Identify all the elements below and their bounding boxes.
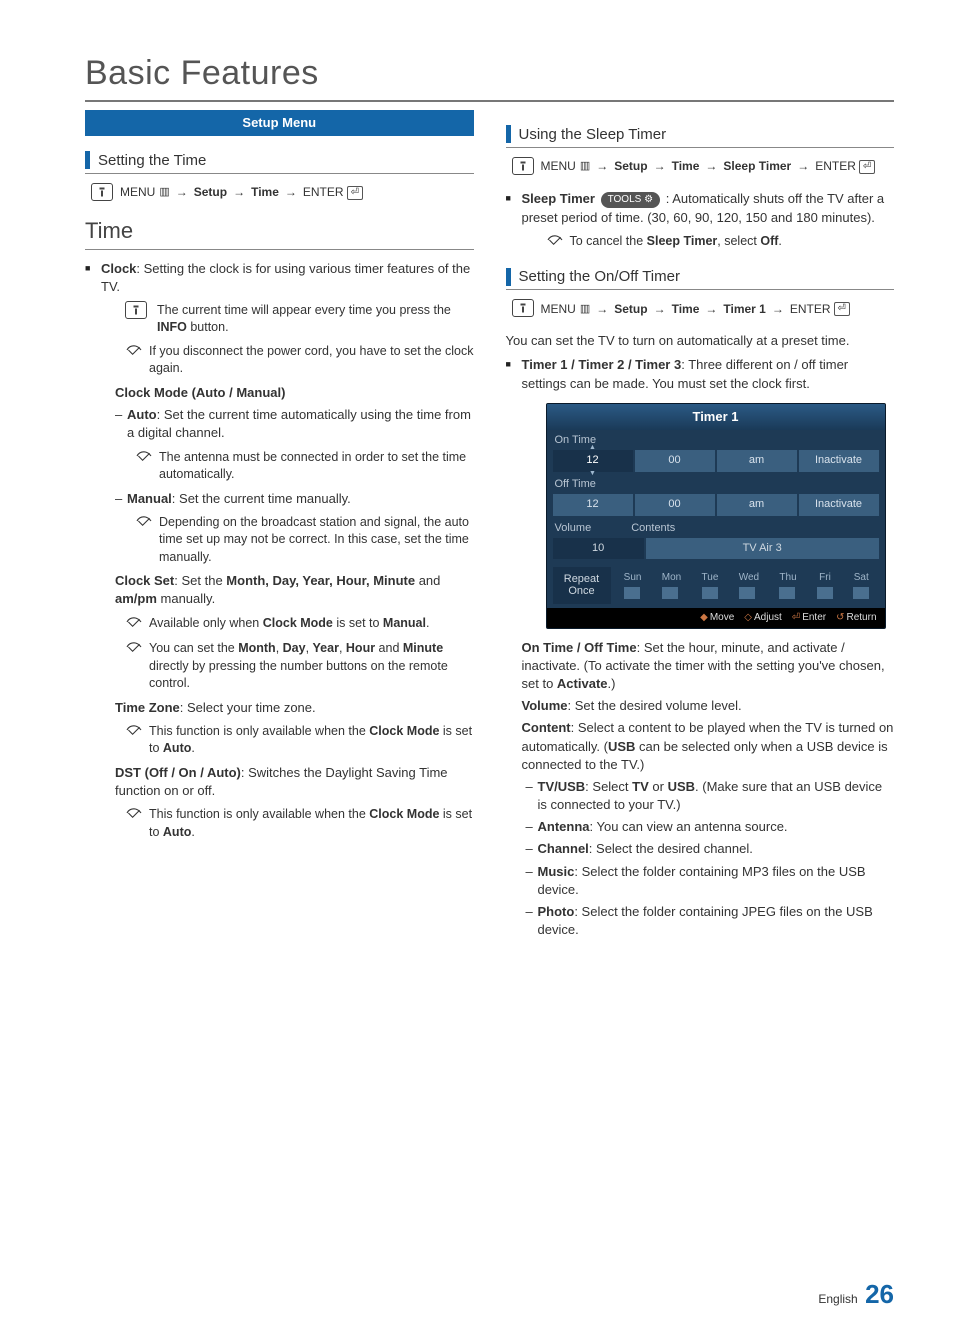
note-text: You can set the Month, Day, Year, Hour a… [149,640,474,693]
content-para: Content: Select a content to be played w… [522,719,895,774]
day-tue[interactable]: Tue [702,571,719,599]
note-text: The current time will appear every time … [157,302,474,337]
note-text: Available only when Clock Mode is set to… [149,615,429,635]
section-accent-bar [506,268,511,286]
auto-item: Auto: Set the current time automatically… [115,406,474,483]
section-accent-bar [85,151,90,169]
repeat-field[interactable]: Repeat Once [553,567,611,603]
clock-mode-heading: Clock Mode (Auto / Manual) [115,385,285,400]
off-time-label: Off Time [547,474,885,492]
note-text: The antenna must be connected in order t… [159,449,474,484]
menu-path-sleep: MENU▥ →Setup →Time →Sleep Timer →ENTER ⏎ [512,158,895,176]
note-text: To cancel the Sleep Timer, select Off. [570,233,782,253]
ontime-para: On Time / Off Time: Set the hour, minute… [522,639,895,694]
note-text: Depending on the broadcast station and s… [159,514,474,567]
volume-label: Volume [555,521,592,536]
manual-item: Manual: Set the current time manually. D… [115,490,474,567]
remote-icon [91,183,113,201]
contents-label: Contents [631,521,675,536]
clock-label: Clock [101,261,136,276]
section-accent-bar [506,125,511,143]
section-title: Setting the Time [98,150,206,171]
ampm-field[interactable]: am [717,494,797,515]
day-sat[interactable]: Sat [853,571,869,599]
activate-field[interactable]: Inactivate [799,450,879,471]
hand-note-icon [546,233,564,253]
music-item: Music: Select the folder containing MP3 … [526,863,895,899]
timer123-item: Timer 1 / Timer 2 / Timer 3: Three diffe… [506,356,895,939]
remote-icon [512,299,534,317]
section-setting-time: Setting the Time [85,150,474,174]
enter-icon: ⏎ [859,160,875,174]
onoff-intro: You can set the TV to turn on automatica… [506,332,895,350]
enter-icon: ⏎ [834,302,850,316]
remote-icon [512,157,534,175]
timezone-para: Time Zone: Select your time zone. [115,699,474,717]
section-onoff-timer: Setting the On/Off Timer [506,266,895,290]
menu-path-timer1: MENU▥ →Setup →Time →Timer 1 →ENTER ⏎ [512,300,895,318]
menu-label: MENU [120,184,155,201]
volume-value[interactable]: 10 [553,538,644,559]
remote-icon [125,301,147,319]
day-thu[interactable]: Thu [779,571,796,599]
section-title: Using the Sleep Timer [519,124,667,145]
note-text: This function is only available when the… [149,806,474,841]
time-heading: Time [85,216,474,250]
hand-note-icon [125,806,143,841]
enter-label: ENTER [303,184,344,201]
menu-grid-icon: ▥ [159,185,167,200]
timer-footer: ◆Move ◇Adjust ⏎Enter ↺Return [547,608,885,628]
ampm-field[interactable]: am [717,450,797,471]
path-step: Time [251,184,279,201]
hand-note-icon [125,343,143,378]
hour-field[interactable]: ▲12▼ [553,450,633,471]
section-title: Setting the On/Off Timer [519,266,680,287]
dst-para: DST (Off / On / Auto): Switches the Dayl… [115,764,474,800]
minute-field[interactable]: 00 [635,494,715,515]
volume-para: Volume: Set the desired volume level. [522,697,895,715]
clock-desc: : Setting the clock is for using various… [101,261,470,294]
day-sun[interactable]: Sun [624,571,642,599]
tools-badge: TOOLS ⚙ [601,192,660,208]
hour-field[interactable]: 12 [553,494,633,515]
hand-note-icon [135,514,153,567]
antenna-item: Antenna: You can view an antenna source. [526,818,895,836]
on-time-label: On Time [547,430,885,448]
minute-field[interactable]: 00 [635,450,715,471]
hand-note-icon [125,615,143,635]
content-value[interactable]: TV Air 3 [646,538,879,559]
page-title: Basic Features [85,50,894,102]
tvusb-item: TV/USB: Select TV or USB. (Make sure tha… [526,778,895,814]
clock-set-para: Clock Set: Set the Month, Day, Year, Hou… [115,572,474,608]
clock-item: Clock: Setting the clock is for using va… [85,260,474,842]
note-text: This function is only available when the… [149,723,474,758]
hand-note-icon [125,640,143,693]
days-row: Sun Mon Tue Wed Thu Fri Sat [615,571,879,599]
day-wed[interactable]: Wed [739,571,759,599]
enter-icon: ⏎ [347,186,363,200]
activate-field[interactable]: Inactivate [799,494,879,515]
timer1-title: Timer 1 [547,404,885,430]
hand-note-icon [135,449,153,484]
hand-note-icon [125,723,143,758]
timer1-screenshot: Timer 1 On Time ▲12▼ 00 am Inactivate Of… [546,403,886,629]
page-number: English 26 [818,1276,894,1312]
path-step: Setup [194,184,227,201]
sleep-timer-item: Sleep Timer TOOLS ⚙ : Automatically shut… [506,190,895,253]
menu-path-time: MENU▥ →Setup →Time →ENTER ⏎ [91,184,474,202]
photo-item: Photo: Select the folder containing JPEG… [526,903,895,939]
day-mon[interactable]: Mon [662,571,681,599]
day-fri[interactable]: Fri [817,571,833,599]
channel-item: Channel: Select the desired channel. [526,840,895,858]
setup-menu-banner: Setup Menu [85,110,474,136]
section-sleep-timer: Using the Sleep Timer [506,124,895,148]
note-text: If you disconnect the power cord, you ha… [149,343,474,378]
